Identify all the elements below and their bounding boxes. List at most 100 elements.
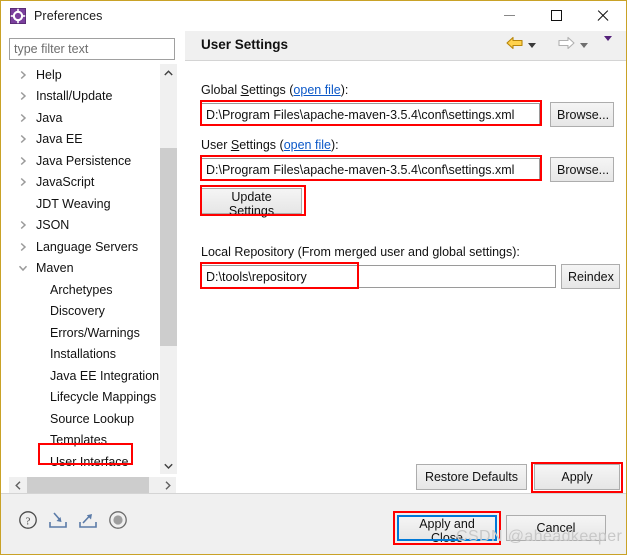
user-settings-label-mnemonic: S (230, 138, 240, 152)
maximize-icon (550, 10, 562, 21)
chevron-right-icon[interactable] (17, 133, 29, 145)
help-button[interactable]: ? (15, 507, 41, 533)
tree-item-label: Java Persistence (36, 153, 132, 168)
help-question-icon: ? (19, 511, 37, 529)
tree-item-help[interactable]: Help (9, 64, 161, 86)
back-navigation[interactable] (506, 36, 536, 55)
chevron-right-icon[interactable] (17, 219, 29, 231)
restore-defaults-button[interactable]: Restore Defaults (416, 464, 527, 490)
chevron-down-icon[interactable] (17, 262, 29, 274)
tree-item-user-settings[interactable]: User Settings (9, 473, 161, 475)
user-settings-label-suffix: ettings ( (239, 138, 284, 152)
local-repository-input[interactable] (201, 265, 556, 288)
chevron-right-icon[interactable] (17, 241, 29, 253)
tree-item-templates[interactable]: Templates (9, 430, 161, 452)
scroll-down-icon[interactable] (160, 457, 177, 474)
close-icon (596, 9, 609, 22)
tree-item-label: Language Servers (36, 239, 139, 254)
tree-item-label: JavaScript (36, 175, 95, 190)
user-settings-browse-button[interactable]: Browse... (550, 157, 614, 182)
close-button[interactable] (579, 1, 625, 30)
tree-item-label: User Interface (50, 454, 129, 469)
chevron-right-icon[interactable] (17, 155, 29, 167)
tree-item-user-interface[interactable]: User Interface (9, 451, 161, 473)
global-settings-label-end: ): (340, 83, 349, 97)
forward-dropdown-caret[interactable] (580, 43, 588, 48)
global-settings-open-file-link[interactable]: open file (293, 83, 340, 97)
tree-scroll-thumb[interactable] (160, 148, 177, 346)
watermark: CSDN @aheadkeeper (456, 528, 623, 545)
view-menu-button[interactable] (599, 36, 612, 41)
tree-item-java[interactable]: Java (9, 107, 161, 129)
user-settings-label: User Settings (open file): (201, 138, 339, 152)
global-settings-label: Global Settings (open file): (201, 83, 348, 97)
tree-item-label: Lifecycle Mappings (50, 390, 157, 405)
panel-header: User Settings (185, 31, 626, 61)
tree-item-label: Maven (36, 261, 74, 276)
global-settings-input[interactable] (201, 103, 540, 126)
local-repository-label: Local Repository (From merged user and g… (201, 245, 520, 259)
tree-vertical-scrollbar[interactable] (159, 64, 177, 474)
user-settings-open-file-link[interactable]: open file (284, 138, 331, 152)
chevron-right-icon[interactable] (17, 112, 29, 124)
user-settings-input[interactable] (201, 158, 540, 181)
minimize-button[interactable] (486, 1, 532, 30)
preferences-window: Preferences Help Install/Update Java Java E… (0, 0, 627, 555)
user-settings-label-end: ): (330, 138, 339, 152)
panel-body: Global Settings (open file): Browse... U… (185, 61, 626, 493)
svg-text:?: ? (26, 516, 31, 528)
tree-item-maven[interactable]: Maven (9, 258, 161, 280)
global-settings-label-mnemonic: S (240, 83, 249, 97)
import-button[interactable] (45, 507, 71, 533)
tree-item-discovery[interactable]: Discovery (9, 301, 161, 323)
reset-button[interactable] (105, 507, 131, 533)
view-menu-caret[interactable] (604, 36, 612, 41)
tree-item-lifecycle-mappings[interactable]: Lifecycle Mappings (9, 387, 161, 409)
tree-item-java-ee-integration[interactable]: Java EE Integration (9, 365, 161, 387)
chevron-right-icon[interactable] (17, 90, 29, 102)
tree-item-java-persistence[interactable]: Java Persistence (9, 150, 161, 172)
tree-item-label: Installations (50, 347, 117, 362)
tree-item-json[interactable]: JSON (9, 215, 161, 237)
filter-input[interactable] (9, 38, 175, 60)
maximize-button[interactable] (533, 1, 579, 30)
tree-item-errors-warnings[interactable]: Errors/Warnings (9, 322, 161, 344)
tree-item-archetypes[interactable]: Archetypes (9, 279, 161, 301)
tree-item-label: Install/Update (36, 89, 113, 104)
window-title: Preferences (34, 9, 103, 23)
tree-item-installations[interactable]: Installations (9, 344, 161, 366)
back-arrow-icon[interactable] (506, 36, 523, 55)
tree-item-source-lookup[interactable]: Source Lookup (9, 408, 161, 430)
tree-item-javascript[interactable]: JavaScript (9, 172, 161, 194)
tree-item-label: Java (36, 110, 63, 125)
scroll-up-icon[interactable] (160, 64, 177, 81)
tree-item-label: Source Lookup (50, 411, 135, 426)
tree-hscroll-thumb[interactable] (27, 477, 149, 494)
preferences-tree[interactable]: Help Install/Update Java Java EE Java Persis… (9, 64, 176, 474)
chevron-right-icon[interactable] (17, 176, 29, 188)
tree-item-label: Java EE Integration (50, 368, 160, 383)
update-settings-button[interactable]: Update Settings (201, 188, 302, 218)
global-settings-label-suffix: ettings ( (248, 83, 294, 97)
tree-item-install-update[interactable]: Install/Update (9, 86, 161, 108)
chevron-right-icon[interactable] (17, 69, 29, 81)
export-button[interactable] (75, 507, 101, 533)
scroll-left-icon[interactable] (9, 477, 26, 494)
settings-panel: User Settings Global Settings (open file… (185, 31, 626, 493)
apply-button[interactable]: Apply (534, 464, 620, 490)
scroll-right-icon[interactable] (159, 477, 176, 494)
tree-item-label: Help (36, 67, 62, 82)
global-settings-label-prefix: Global (201, 83, 241, 97)
reindex-button[interactable]: Reindex (561, 264, 620, 289)
back-dropdown-caret[interactable] (528, 43, 536, 48)
tree-horizontal-scrollbar[interactable] (9, 477, 176, 494)
tree-item-java-ee[interactable]: Java EE (9, 129, 161, 151)
global-settings-browse-button[interactable]: Browse... (550, 102, 614, 127)
page-title: User Settings (201, 37, 289, 52)
tree-item-language-servers[interactable]: Language Servers (9, 236, 161, 258)
tree-item-jdt-weaving[interactable]: JDT Weaving (9, 193, 161, 215)
forward-navigation (558, 36, 588, 55)
tree-item-label: Errors/Warnings (50, 325, 140, 340)
tree-item-label: Discovery (50, 304, 105, 319)
forward-arrow-icon (558, 36, 575, 55)
